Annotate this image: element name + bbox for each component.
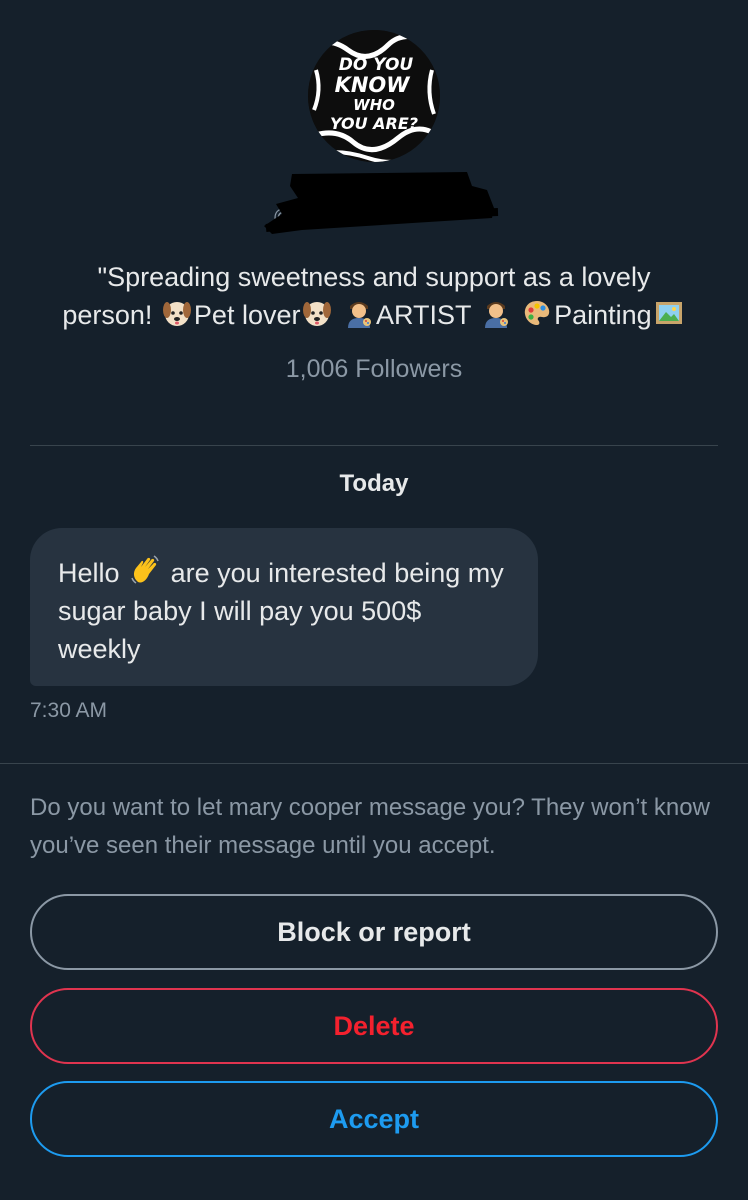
- palette-icon: [524, 301, 550, 325]
- bio-text-3: Pet lover: [193, 300, 301, 330]
- waving-hand-icon: [131, 555, 159, 584]
- avatar-text-line-1: DO YOU: [339, 55, 414, 75]
- dog-face-icon: [162, 302, 191, 326]
- date-separator: Today: [339, 470, 409, 497]
- delete-button[interactable]: Delete: [30, 988, 718, 1064]
- avatar-text-line-2: KNOW: [335, 73, 411, 97]
- dog-face-icon: [303, 302, 332, 326]
- avatar-artwork: DO YOU KNOW WHO YOU ARE?: [308, 30, 440, 162]
- message-request-screen: DO YOU KNOW WHO YOU ARE? @ "Spreading sw…: [0, 0, 748, 1200]
- avatar-text-line-4: YOU ARE?: [330, 114, 418, 133]
- accept-button[interactable]: Accept: [30, 1081, 718, 1157]
- artist-icon: [348, 302, 371, 328]
- bio-text-1: "Spreading sweetness and support as a lo…: [97, 262, 651, 292]
- profile-avatar[interactable]: DO YOU KNOW WHO YOU ARE?: [308, 30, 440, 162]
- divider: [30, 445, 718, 446]
- message-timestamp: 7:30 AM: [30, 699, 108, 722]
- bio-text-2: person!: [62, 300, 153, 330]
- followers-count[interactable]: 1,006 Followers: [0, 355, 748, 384]
- divider: [0, 763, 748, 764]
- artist-icon: [484, 302, 508, 328]
- bio-text-4: ARTIST: [376, 300, 472, 330]
- redaction-scribble: [264, 172, 499, 234]
- profile-bio: "Spreading sweetness and support as a lo…: [40, 258, 708, 334]
- message-text-start: Hello: [58, 558, 120, 588]
- block-or-report-button[interactable]: Block or report: [30, 894, 718, 970]
- avatar-text-line-3: WHO: [353, 96, 395, 114]
- framed-picture-icon: [655, 302, 682, 324]
- message-bubble[interactable]: Hello are you interested being my sugar …: [30, 528, 538, 686]
- message-text-rest: are you interested being my sugar baby I…: [58, 558, 504, 664]
- message-request-prompt: Do you want to let mary cooper message y…: [30, 794, 710, 859]
- bio-text-5: Painting: [554, 300, 652, 330]
